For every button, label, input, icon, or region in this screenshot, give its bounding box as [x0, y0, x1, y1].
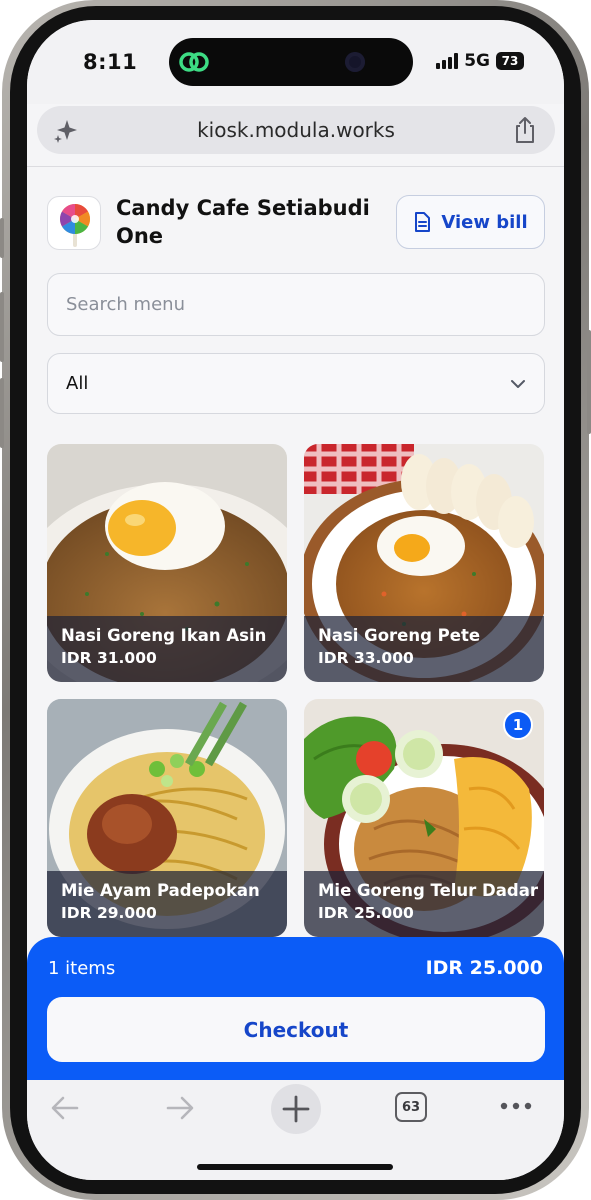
power-button: [587, 330, 591, 434]
network-type: 5G: [464, 51, 490, 71]
menu-item-card[interactable]: Mie Ayam Padepokan IDR 29.000: [47, 699, 287, 937]
url-text: kiosk.modula.works: [197, 118, 395, 142]
view-bill-button[interactable]: View bill: [396, 195, 545, 249]
cart-quantity-badge: 1: [503, 710, 533, 740]
new-tab-button[interactable]: [271, 1084, 321, 1134]
menu-item-card[interactable]: Nasi Goreng Pete IDR 33.000: [304, 444, 544, 682]
search-placeholder: Search menu: [66, 294, 185, 315]
tabs-icon[interactable]: 63: [395, 1092, 427, 1122]
address-bar-divider: [27, 166, 564, 167]
menu-item-card[interactable]: 1 Mie Goreng Telur Dadar IDR 25.000: [304, 699, 544, 937]
cellular-signal-icon: [436, 53, 459, 69]
menu-item-price: IDR 31.000: [61, 649, 157, 667]
forward-icon[interactable]: [164, 1092, 196, 1124]
cart-total: IDR 25.000: [425, 957, 543, 979]
more-icon[interactable]: [499, 1098, 533, 1114]
menu-item-name: Mie Ayam Padepokan: [61, 881, 260, 900]
cart-item-count: 1 items: [48, 958, 116, 979]
home-indicator[interactable]: [197, 1164, 393, 1170]
cart-summary-panel: 1 items IDR 25.000 Checkout: [27, 937, 564, 1082]
volume-down-button: [0, 378, 4, 448]
menu-item-name: Nasi Goreng Ikan Asin: [61, 626, 267, 645]
checkout-button[interactable]: Checkout: [47, 997, 545, 1062]
category-select[interactable]: All: [47, 353, 545, 414]
status-bar: 8:11 5G 73: [27, 20, 564, 104]
status-indicators: 5G 73: [436, 51, 524, 71]
category-selected-value: All: [66, 373, 89, 394]
cafe-logo: [47, 196, 101, 250]
volume-up-button: [0, 292, 4, 362]
link-app-icon: [179, 52, 209, 72]
cafe-name: Candy Cafe Setiabudi One: [116, 196, 370, 248]
menu-item-name: Nasi Goreng Pete: [318, 626, 481, 645]
menu-item-caption: Nasi Goreng Ikan Asin IDR 31.000: [47, 616, 287, 682]
menu-item-price: IDR 25.000: [318, 904, 414, 922]
menu-item-caption: Mie Goreng Telur Dadar IDR 25.000: [304, 871, 544, 937]
screen: 8:11 5G 73 kiosk.modula.works Candy Cafe…: [27, 20, 564, 1180]
view-bill-label: View bill: [441, 211, 528, 233]
share-icon[interactable]: [513, 116, 537, 144]
battery-icon: 73: [496, 52, 524, 70]
menu-item-price: IDR 29.000: [61, 904, 157, 922]
address-bar[interactable]: kiosk.modula.works: [37, 106, 555, 154]
dynamic-island: [169, 38, 413, 86]
menu-item-caption: Mie Ayam Padepokan IDR 29.000: [47, 871, 287, 937]
checkout-label: Checkout: [243, 1017, 349, 1042]
menu-item-price: IDR 33.000: [318, 649, 414, 667]
menu-item-card[interactable]: Nasi Goreng Ikan Asin IDR 31.000: [47, 444, 287, 682]
status-time: 8:11: [83, 50, 138, 74]
lollipop-logo-icon: [59, 204, 91, 247]
menu-item-caption: Nasi Goreng Pete IDR 33.000: [304, 616, 544, 682]
search-input[interactable]: Search menu: [47, 273, 545, 336]
mute-switch: [0, 218, 4, 258]
front-camera: [345, 52, 365, 72]
back-icon[interactable]: [49, 1092, 81, 1124]
menu-item-name: Mie Goreng Telur Dadar: [318, 881, 538, 900]
chevron-down-icon: [511, 380, 525, 388]
document-icon: [415, 212, 431, 232]
plus-icon: [282, 1095, 310, 1123]
